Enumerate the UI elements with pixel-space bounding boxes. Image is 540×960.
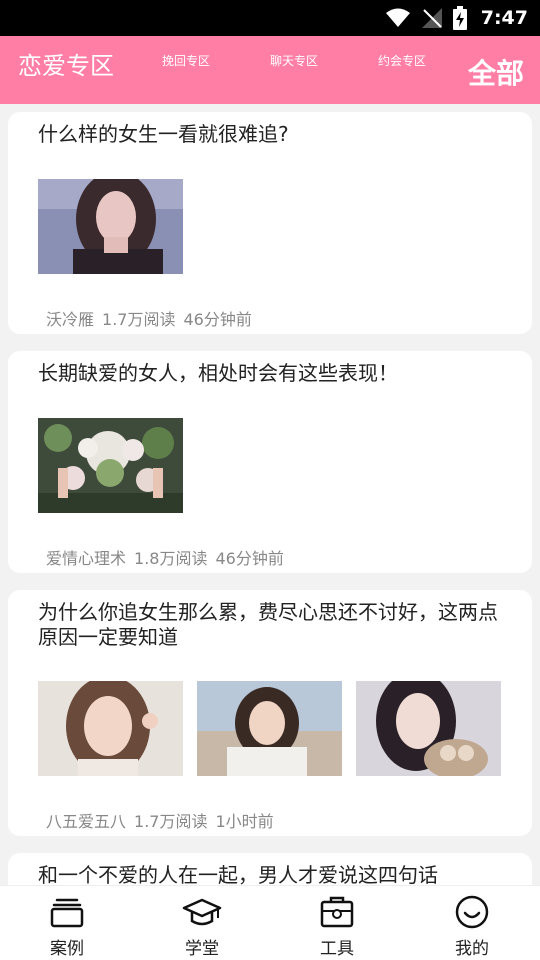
top-header: 恋爱专区 挽回专区 聊天专区 约会专区 全部 [0, 36, 540, 104]
nav-cases[interactable]: 案例 [27, 894, 107, 959]
article-thumbnail [38, 179, 183, 274]
no-signal-icon [421, 8, 442, 28]
article-title: 为什么你追女生那么累，费尽心思还不讨好，这两点原因一定要知道 [38, 600, 498, 649]
status-bar: 7:47 [0, 0, 540, 36]
page-title: 恋爱专区 [18, 52, 114, 80]
nav-label: 案例 [50, 939, 84, 959]
article-thumbnail [38, 418, 183, 513]
article-title: 长期缺爱的女人，相处时会有这些表现！ [38, 361, 398, 385]
article-reads: 1.8万阅读 [134, 549, 208, 568]
nav-mine[interactable]: 我的 [432, 894, 512, 959]
article-thumbnail [356, 681, 501, 776]
tab-chat[interactable]: 聊天专区 [270, 52, 318, 69]
toolbox-icon [320, 896, 354, 928]
clock: 7:47 [480, 7, 528, 29]
article-thumbnail [197, 681, 342, 776]
article-time: 46分钟前 [183, 310, 252, 329]
wifi-icon [385, 8, 410, 27]
article-thumbnail [38, 681, 183, 776]
article-author: 爱情心理术 [46, 549, 127, 568]
battery-charging-icon [452, 6, 467, 30]
article-author: 八五爱五八 [46, 812, 127, 831]
article-card[interactable]: 和一个不爱的人在一起，男人才爱说这四句话 [8, 853, 532, 885]
tab-dating[interactable]: 约会专区 [378, 52, 426, 69]
article-card[interactable]: 什么样的女生一看就很难追? 沃冷雁 1.7万阅读 46分钟前 [8, 112, 532, 334]
article-feed[interactable]: 什么样的女生一看就很难追? 沃冷雁 1.7万阅读 46分钟前 长期缺爱的女人，相处时… [0, 104, 540, 885]
article-meta: 爱情心理术 1.8万阅读 46分钟前 [46, 545, 292, 569]
nav-label: 我的 [455, 939, 489, 959]
nav-label: 工具 [320, 939, 354, 959]
tab-all[interactable]: 全部 [468, 52, 524, 92]
graduation-cap-icon [182, 898, 222, 926]
article-meta: 八五爱五八 1.7万阅读 1小时前 [46, 808, 282, 832]
bottom-navigation: 案例 学堂 工具 我的 [0, 885, 540, 960]
article-title: 什么样的女生一看就很难追? [38, 122, 289, 146]
article-card[interactable]: 长期缺爱的女人，相处时会有这些表现！ 爱情心理术 1.8万阅读 46分钟前 [8, 351, 532, 573]
article-reads: 1.7万阅读 [134, 812, 208, 831]
article-reads: 1.7万阅读 [102, 310, 176, 329]
article-author: 沃冷雁 [46, 310, 95, 329]
article-time: 1小时前 [215, 812, 274, 831]
nav-school[interactable]: 学堂 [162, 894, 242, 959]
nav-label: 学堂 [185, 939, 219, 959]
article-title: 和一个不爱的人在一起，男人才爱说这四句话 [38, 863, 438, 885]
cards-icon [50, 898, 84, 928]
smiley-icon [455, 895, 489, 929]
article-time: 46分钟前 [215, 549, 284, 568]
article-meta: 沃冷雁 1.7万阅读 46分钟前 [46, 306, 260, 330]
article-card[interactable]: 为什么你追女生那么累，费尽心思还不讨好，这两点原因一定要知道 八五爱五八 1.7… [8, 590, 532, 836]
tab-recovery[interactable]: 挽回专区 [162, 52, 210, 69]
nav-tools[interactable]: 工具 [297, 894, 377, 959]
